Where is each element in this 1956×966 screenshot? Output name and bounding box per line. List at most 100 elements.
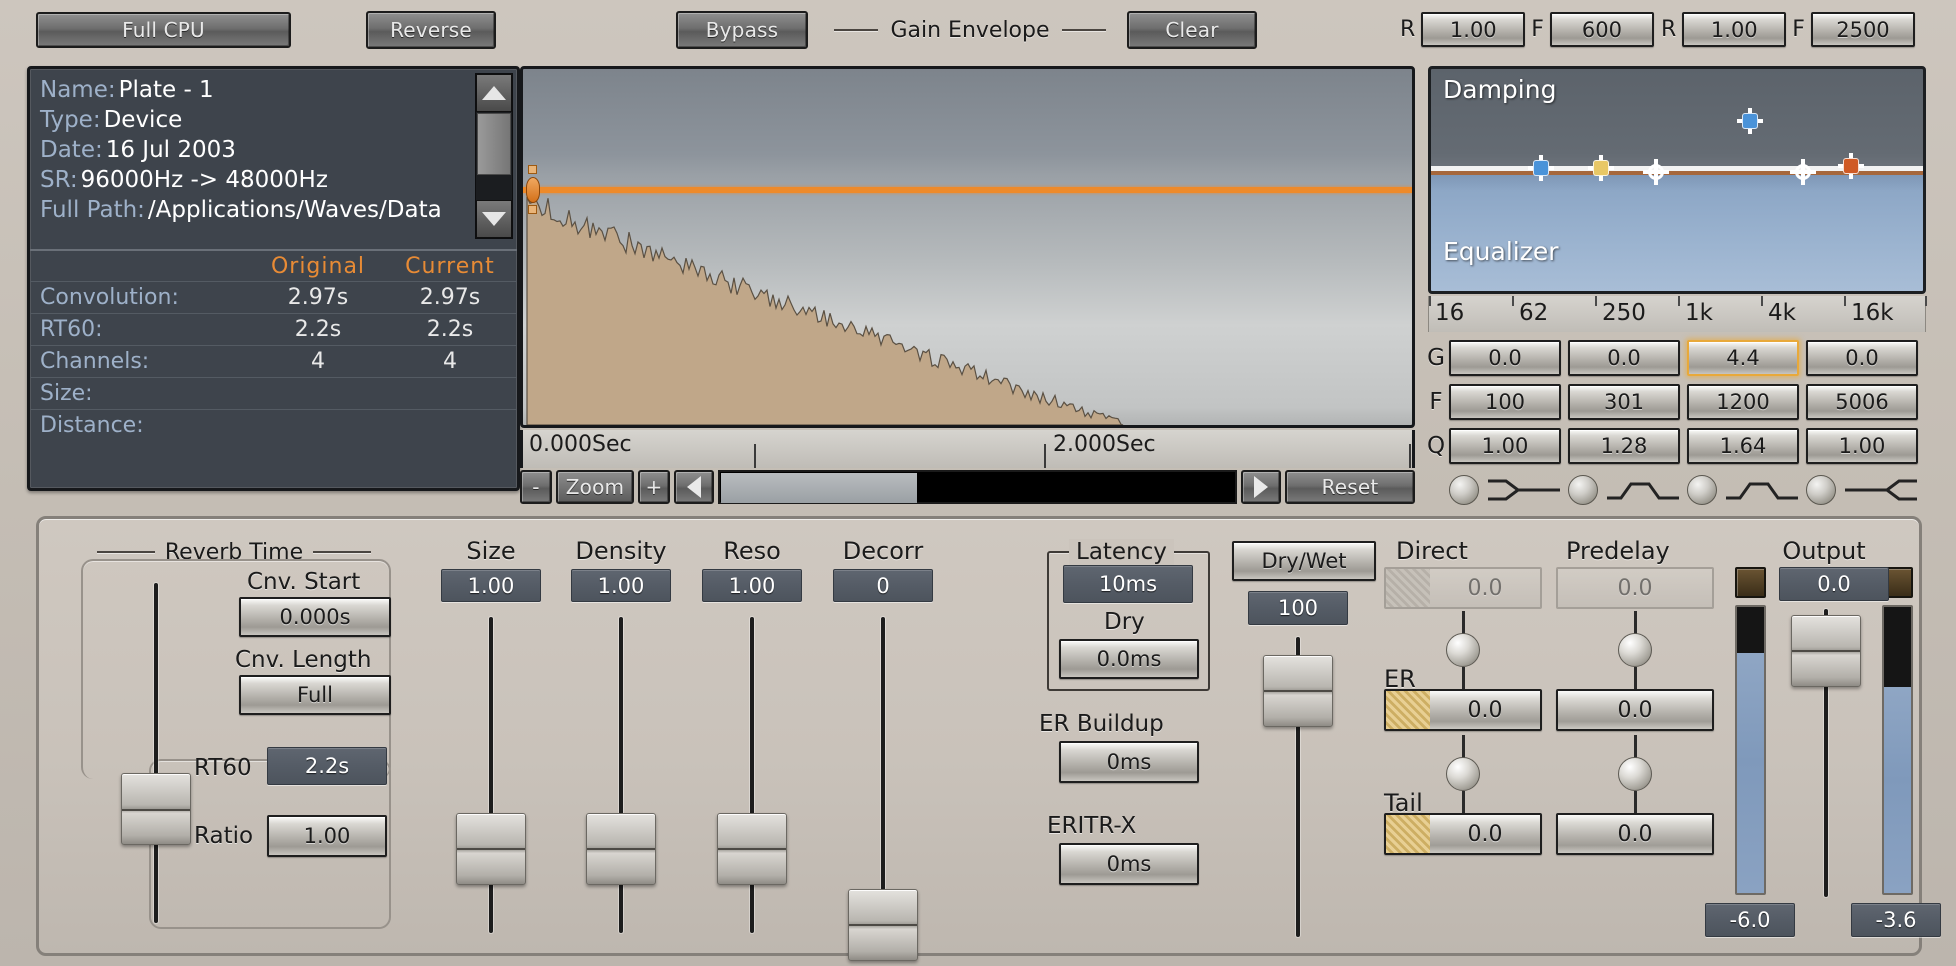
tail-color-swatch[interactable] [1386,815,1430,853]
eq-node-band3[interactable] [1737,108,1763,134]
eq-curve-display[interactable]: Damping Equalizer [1428,66,1926,294]
density-slider[interactable] [586,617,656,933]
eq-gain-band2[interactable]: 0.0 [1568,340,1680,376]
gain-envelope-node-bottom[interactable] [528,205,537,214]
clip-led-left[interactable] [1735,567,1766,598]
decorr-value[interactable]: 0 [833,569,933,602]
dry-wet-value[interactable]: 100 [1248,591,1348,625]
low-shelf-icon[interactable] [1486,475,1562,505]
reverb-time-slider[interactable] [121,583,191,923]
direct-predelay-cell[interactable]: 0.0 [1556,567,1714,609]
er-color-swatch[interactable] [1386,691,1430,729]
high-shelf-icon[interactable] [1843,475,1919,505]
direct-color-swatch[interactable] [1386,569,1430,607]
er-buildup-value[interactable]: 0ms [1059,741,1199,783]
info-scrollbar[interactable] [475,73,513,239]
band1-enable-knob[interactable] [1449,475,1479,505]
scrollbar-thumb[interactable] [721,473,917,503]
full-cpu-button[interactable]: Full CPU [36,12,291,48]
er-predelay-value[interactable]: 0.0 [1558,691,1712,729]
cnv-length-value[interactable]: Full [239,675,391,715]
eq-node-band2[interactable] [1588,155,1614,181]
er-direct-value[interactable]: 0.0 [1430,691,1540,729]
slider-thumb[interactable] [586,813,656,885]
dry-value[interactable]: 0.0ms [1059,639,1199,679]
bell-icon[interactable] [1724,475,1800,505]
ratio-value[interactable]: 1.00 [267,815,387,857]
predelay-tail-knob[interactable] [1618,757,1652,791]
reso-value[interactable]: 1.00 [702,569,802,602]
horizontal-scrollbar[interactable] [718,470,1237,504]
predelay-er-knob[interactable] [1618,633,1652,667]
reso-slider[interactable] [717,617,787,933]
time-ruler[interactable]: 0.000Sec 2.000Sec [520,430,1415,468]
er-direct-cell[interactable]: 0.0 [1384,689,1542,731]
slider-thumb[interactable] [848,889,918,961]
band4-enable-knob[interactable] [1806,475,1836,505]
eq-freq-band4[interactable]: 5006 [1806,384,1918,420]
caret-left-icon[interactable] [674,470,714,504]
dry-wet-slider[interactable] [1263,637,1333,937]
gain-envelope-node-top[interactable] [528,165,537,174]
rt60-value[interactable]: 2.2s [267,747,387,785]
gain-envelope-handle[interactable] [526,177,540,203]
f-value-2[interactable]: 2500 [1811,12,1915,47]
waveform-display[interactable] [520,66,1415,428]
output-fader[interactable] [1791,609,1861,897]
tail-direct-cell[interactable]: 0.0 [1384,813,1542,855]
bell-icon[interactable] [1605,475,1681,505]
eritrx-value[interactable]: 0ms [1059,843,1199,885]
eq-gain-band3[interactable]: 4.4 [1687,340,1799,376]
direct-er-knob[interactable] [1446,633,1480,667]
eq-gain-band4[interactable]: 0.0 [1806,340,1918,376]
reset-button[interactable]: Reset [1285,470,1415,504]
band3-enable-knob[interactable] [1687,475,1717,505]
eq-node-band4[interactable] [1838,153,1864,179]
eq-freq-band1[interactable]: 100 [1449,384,1561,420]
zoom-in-button[interactable]: + [638,470,670,504]
eq-node-handle-a[interactable] [1643,159,1669,185]
slider-thumb[interactable] [1791,615,1861,687]
size-slider[interactable] [456,617,526,933]
band2-enable-knob[interactable] [1568,475,1598,505]
zoom-out-button[interactable]: - [520,470,552,504]
cnv-start-value[interactable]: 0.000s [239,597,391,637]
eq-node-band1[interactable] [1528,155,1554,181]
er-predelay-cell[interactable]: 0.0 [1556,689,1714,731]
eq-q-band1[interactable]: 1.00 [1449,428,1561,464]
eq-freq-band2[interactable]: 301 [1568,384,1680,420]
caret-right-icon[interactable] [1241,470,1281,504]
reverse-button[interactable]: Reverse [366,11,496,49]
eq-freq-band3[interactable]: 1200 [1687,384,1799,420]
triangle-down-icon[interactable] [476,200,512,238]
density-value[interactable]: 1.00 [571,569,671,602]
slider-thumb[interactable] [1263,655,1333,727]
direct-tail-knob[interactable] [1446,757,1480,791]
latency-value[interactable]: 10ms [1063,565,1193,603]
eq-q-band3[interactable]: 1.64 [1687,428,1799,464]
decorr-slider[interactable] [848,617,918,933]
f-value-1[interactable]: 600 [1550,12,1654,47]
size-value[interactable]: 1.00 [441,569,541,602]
gain-envelope-line[interactable] [523,187,1412,193]
direct-predelay-value[interactable]: 0.0 [1558,569,1712,607]
direct-direct-value[interactable]: 0.0 [1430,569,1540,607]
triangle-up-icon[interactable] [476,74,512,112]
eq-q-band4[interactable]: 1.00 [1806,428,1918,464]
bypass-button[interactable]: Bypass [676,11,808,49]
slider-thumb[interactable] [121,773,191,845]
clear-button[interactable]: Clear [1127,11,1257,49]
r-value-1[interactable]: 1.00 [1421,12,1525,47]
eq-node-handle-b[interactable] [1790,159,1816,185]
slider-thumb[interactable] [456,813,526,885]
dry-wet-button[interactable]: Dry/Wet [1232,541,1376,581]
r-value-2[interactable]: 1.00 [1682,12,1786,47]
eq-q-band2[interactable]: 1.28 [1568,428,1680,464]
slider-thumb[interactable] [717,813,787,885]
output-gain-value[interactable]: 0.0 [1779,567,1889,601]
direct-direct-cell[interactable]: 0.0 [1384,567,1542,609]
tail-direct-value[interactable]: 0.0 [1430,815,1540,853]
scrollbar-thumb[interactable] [477,113,511,175]
eq-gain-band1[interactable]: 0.0 [1449,340,1561,376]
tail-predelay-value[interactable]: 0.0 [1558,815,1712,853]
